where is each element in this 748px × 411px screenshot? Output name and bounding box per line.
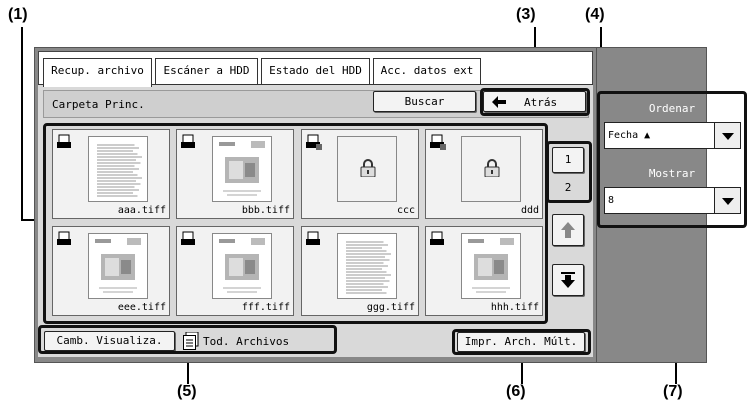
copier-image-icon <box>468 238 514 293</box>
back-button[interactable]: Atrás <box>483 91 586 112</box>
folder-label: Carpeta Princ. <box>52 98 145 111</box>
chevron-down-icon <box>714 123 740 148</box>
file-thumbnail[interactable]: ddd <box>425 129 543 219</box>
file-thumbnail[interactable]: ggg.tiff <box>301 226 419 316</box>
copy-icon <box>57 134 71 148</box>
file-name: aaa.tiff <box>117 205 166 216</box>
scroll-up-button[interactable] <box>552 214 584 246</box>
scroll-down-button[interactable] <box>552 264 584 296</box>
copy-icon <box>57 231 71 245</box>
search-button[interactable]: Buscar <box>373 91 476 112</box>
callout-3: (3) <box>516 6 536 23</box>
tab-hdd-status[interactable]: Estado del HDD <box>261 58 370 84</box>
document-preview <box>337 233 397 299</box>
tab-scan-to-hdd[interactable]: Escáner a HDD <box>155 58 258 84</box>
text-page-icon <box>97 144 142 197</box>
file-name: ddd <box>520 205 539 216</box>
lock-preview <box>461 136 521 202</box>
tab-external-data[interactable]: Acc. datos ext <box>373 58 481 84</box>
file-thumbnail[interactable]: aaa.tiff <box>52 129 170 219</box>
file-thumbnail[interactable]: eee.tiff <box>52 226 170 316</box>
copier-image-icon <box>219 238 265 293</box>
file-name: bbb.tiff <box>241 205 290 216</box>
page-total: 2 <box>564 181 572 194</box>
tab-retrieve-file[interactable]: Recup. archivo <box>43 58 152 87</box>
show-value: 8 <box>608 195 615 206</box>
content-area <box>38 84 593 357</box>
callout-6: (6) <box>506 383 526 400</box>
back-label: Atrás <box>524 96 558 109</box>
arrow-left-icon <box>492 96 506 108</box>
lock-preview <box>337 136 397 202</box>
file-thumbnail[interactable]: fff.tiff <box>176 226 294 316</box>
callout-1: (1) <box>8 6 28 23</box>
lock-icon <box>360 159 376 177</box>
document-preview <box>212 233 272 299</box>
show-select[interactable]: 8 <box>604 187 741 214</box>
file-thumbnail[interactable]: hhh.tiff <box>425 226 543 316</box>
document-preview <box>212 136 272 202</box>
sort-label: Ordenar <box>648 102 696 115</box>
leader-1 <box>21 27 23 220</box>
arrow-up-icon <box>561 222 575 238</box>
copy-icon <box>181 231 195 245</box>
change-view-button[interactable]: Camb. Visualiza. <box>44 331 175 351</box>
callout-5: (5) <box>177 383 197 400</box>
arrow-down-icon <box>561 272 575 288</box>
chevron-down-icon <box>714 188 740 213</box>
lock-copy-icon <box>430 134 446 150</box>
file-thumbnail[interactable]: ccc <box>301 129 419 219</box>
copy-icon <box>181 134 195 148</box>
file-list-icon <box>183 332 199 350</box>
document-preview <box>88 136 148 202</box>
show-label: Mostrar <box>648 167 696 180</box>
file-name: fff.tiff <box>241 302 290 313</box>
sort-select[interactable]: Fecha ▲ <box>604 122 741 149</box>
file-name: eee.tiff <box>117 302 166 313</box>
copy-icon <box>306 231 320 245</box>
copier-image-icon <box>95 238 141 293</box>
copy-icon <box>430 231 444 245</box>
page-button-current[interactable]: 1 <box>552 147 584 173</box>
file-name: ggg.tiff <box>366 302 415 313</box>
copier-image-icon <box>219 141 265 196</box>
file-thumbnail[interactable]: bbb.tiff <box>176 129 294 219</box>
file-name: hhh.tiff <box>490 302 539 313</box>
sort-value: Fecha ▲ <box>608 130 651 141</box>
callout-7: (7) <box>663 383 683 400</box>
document-preview <box>461 233 521 299</box>
print-multiple-button[interactable]: Impr. Arch. Múlt. <box>457 332 585 352</box>
lock-copy-icon <box>306 134 322 150</box>
lock-icon <box>484 159 500 177</box>
document-preview <box>88 233 148 299</box>
text-page-icon <box>346 241 391 294</box>
callout-4: (4) <box>585 6 605 23</box>
all-files-label: Tod. Archivos <box>203 335 290 348</box>
file-name: ccc <box>396 205 415 216</box>
